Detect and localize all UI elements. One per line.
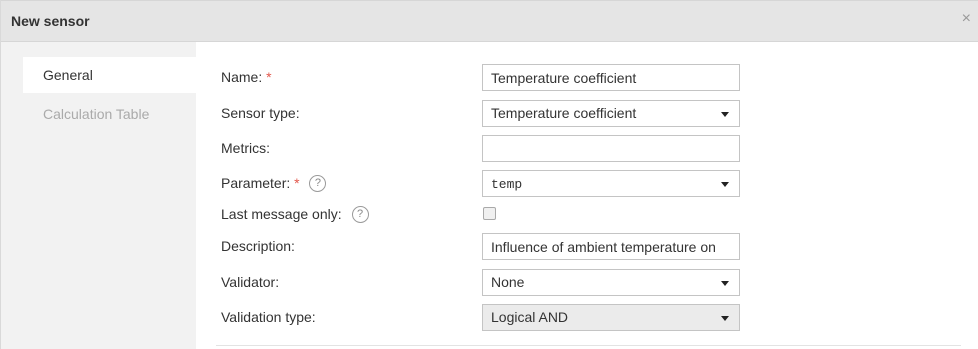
chevron-down-icon [721, 281, 729, 286]
sidebar: General Calculation Table [1, 42, 196, 349]
dialog-title: New sensor [11, 13, 90, 29]
sensor-type-select[interactable]: Temperature coefficient [482, 100, 740, 127]
dialog-titlebar: New sensor × [1, 0, 978, 42]
sensor-type-label: Sensor type: [221, 105, 300, 121]
parameter-label: Parameter: * ? [221, 170, 327, 196]
validation-type-select[interactable]: Logical AND [482, 304, 740, 331]
close-icon[interactable]: × [962, 11, 971, 27]
description-input[interactable] [482, 233, 740, 260]
validator-select[interactable]: None [482, 269, 740, 296]
validation-type-label: Validation type: [221, 309, 316, 325]
chevron-down-icon [721, 182, 729, 187]
metrics-input[interactable] [482, 135, 740, 162]
required-mark: * [266, 69, 272, 85]
help-icon[interactable]: ? [351, 205, 369, 223]
sensor-type-value: Temperature coefficient [491, 105, 637, 121]
metrics-label: Metrics: [221, 140, 270, 156]
tab-general[interactable]: General [23, 57, 196, 93]
parameter-value: temp [491, 177, 523, 192]
last-message-only-label: Last message only: ? [221, 201, 369, 227]
name-label-text: Name: [221, 69, 263, 85]
validator-label: Validator: [221, 274, 280, 290]
validator-value: None [491, 274, 525, 290]
help-icon[interactable]: ? [309, 174, 327, 192]
description-label: Description: [221, 238, 295, 254]
chevron-down-icon [721, 316, 729, 321]
chevron-down-icon [721, 112, 729, 117]
divider [216, 345, 961, 346]
new-sensor-dialog: New sensor × General Calculation Table N… [0, 0, 978, 349]
parameter-select[interactable]: temp [482, 170, 740, 197]
validation-type-value: Logical AND [491, 309, 569, 325]
last-message-only-checkbox[interactable] [483, 207, 496, 220]
parameter-label-text: Parameter: [221, 175, 291, 191]
tab-calculation-table[interactable]: Calculation Table [23, 96, 196, 132]
name-label: Name: * [221, 64, 272, 90]
name-input[interactable] [482, 64, 740, 91]
last-message-only-label-text: Last message only: [221, 206, 342, 222]
required-mark: * [294, 175, 300, 191]
